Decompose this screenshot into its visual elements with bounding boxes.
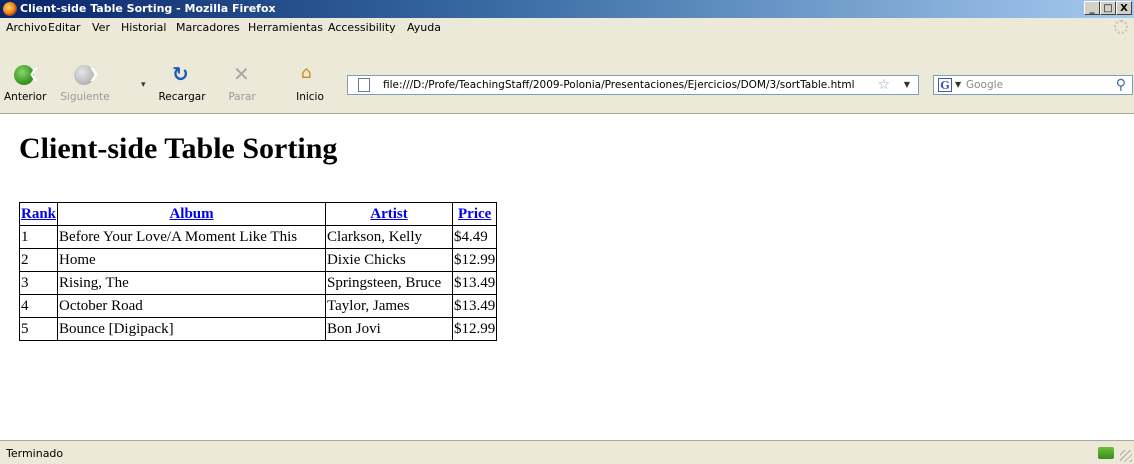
album-cell: Rising, The [57,271,327,295]
album-cell: Before Your Love/A Moment Like This [57,225,327,249]
stop-button[interactable]: ✕ Parar [222,62,262,107]
rank-cell: 3 [18,271,59,295]
page-heading: Client-side Table Sorting [19,132,338,165]
activity-throbber-icon [1114,20,1128,34]
page-icon [358,78,370,92]
page-content: Client-side Table Sorting Rank Album Art… [0,114,1134,440]
artist-cell: Taylor, James [325,294,454,318]
artist-cell: Clarkson, Kelly [325,225,454,249]
price-cell: $13.49 [452,294,498,318]
address-dropdown-icon[interactable]: ▼ [904,80,910,89]
address-url[interactable]: file:///D:/Profe/TeachingStaff/2009-Polo… [383,79,855,91]
menu-historial[interactable]: Historial [121,21,166,34]
table-row: 5 Bounce [Digipack] Bon Jovi $12.99 [18,317,498,341]
window-title: Client-side Table Sorting - Mozilla Fire… [20,2,276,15]
artist-cell: Bon Jovi [325,317,454,341]
price-cell: $4.49 [452,225,498,249]
reload-button[interactable]: ↻ Recargar [155,62,209,107]
album-cell: Home [57,248,327,272]
window-titlebar[interactable]: Client-side Table Sorting - Mozilla Fire… [0,0,1134,18]
search-engine-dropdown-icon[interactable]: ▼ [955,80,961,89]
forward-arrow-icon: ❯ [74,65,99,85]
header-rank: Rank [18,202,59,226]
reload-icon: ↻ [172,62,189,86]
forward-label: Siguiente [60,91,110,103]
close-button[interactable]: X [1116,1,1132,15]
google-engine-icon[interactable]: G [938,78,952,92]
back-button[interactable]: ❮ Anterior [4,65,47,107]
firefox-logo-icon [3,2,17,16]
header-album: Album [57,202,327,226]
home-button[interactable]: ⌂ Inicio [290,63,330,107]
rank-cell: 4 [18,294,59,318]
status-bar: Terminado [0,440,1134,464]
maximize-button[interactable]: □ [1100,1,1116,15]
minimize-button[interactable]: _ [1084,1,1100,15]
menu-editar[interactable]: Editar [48,21,81,34]
album-cell: Bounce [Digipack] [57,317,327,341]
sort-rank-link[interactable]: Rank [21,206,56,222]
menu-ver[interactable]: Ver [92,21,110,34]
menu-marcadores[interactable]: Marcadores [176,21,240,34]
rank-cell: 1 [18,225,59,249]
table-row: 1 Before Your Love/A Moment Like This Cl… [18,225,498,249]
search-magnifier-icon[interactable]: ⚲ [1116,77,1126,93]
rank-cell: 5 [18,317,59,341]
price-cell: $13.49 [452,271,498,295]
table-row: 2 Home Dixie Chicks $12.99 [18,248,498,272]
table-row: 3 Rising, The Springsteen, Bruce $13.49 [18,271,498,295]
window-controls: _ □ X [1084,1,1132,15]
header-price: Price [452,202,498,226]
search-input[interactable]: Google [966,79,1003,91]
resize-grip-icon[interactable] [1120,450,1132,462]
menu-archivo[interactable]: Archivo [6,21,47,34]
status-text: Terminado [6,447,64,460]
sort-artist-link[interactable]: Artist [370,206,408,222]
menu-ayuda[interactable]: Ayuda [407,21,441,34]
search-bar[interactable]: G ▼ Google ⚲ [933,75,1133,95]
reload-label: Recargar [158,91,206,103]
menu-bar: Archivo Editar Ver Historial Marcadores … [0,18,1134,39]
address-bar[interactable]: file:///D:/Profe/TeachingStaff/2009-Polo… [347,75,919,95]
sort-price-link[interactable]: Price [458,206,491,222]
stop-icon: ✕ [233,62,250,86]
sort-album-link[interactable]: Album [169,206,213,222]
back-label: Anterior [4,91,47,103]
home-icon: ⌂ [301,63,312,83]
extension-status-icon[interactable] [1098,447,1114,459]
stop-label: Parar [228,91,256,103]
artist-cell: Dixie Chicks [325,248,454,272]
home-label: Inicio [296,91,324,103]
menu-herramientas[interactable]: Herramientas [248,21,323,34]
price-cell: $12.99 [452,317,498,341]
price-cell: $12.99 [452,248,498,272]
table-header-row: Rank Album Artist Price [18,202,498,226]
artist-cell: Springsteen, Bruce [325,271,454,295]
header-artist: Artist [325,202,454,226]
table-row: 4 October Road Taylor, James $13.49 [18,294,498,318]
sortable-table: Rank Album Artist Price 1 Before Your Lo… [18,202,498,341]
bookmark-star-icon[interactable]: ☆ [877,77,890,93]
menu-accessibility[interactable]: Accessibility [328,21,396,34]
rank-cell: 2 [18,248,59,272]
forward-button[interactable]: ❯ Siguiente [55,65,115,107]
history-dropdown-icon[interactable]: ▾ [141,80,146,90]
back-arrow-icon: ❮ [14,65,39,85]
album-cell: October Road [57,294,327,318]
